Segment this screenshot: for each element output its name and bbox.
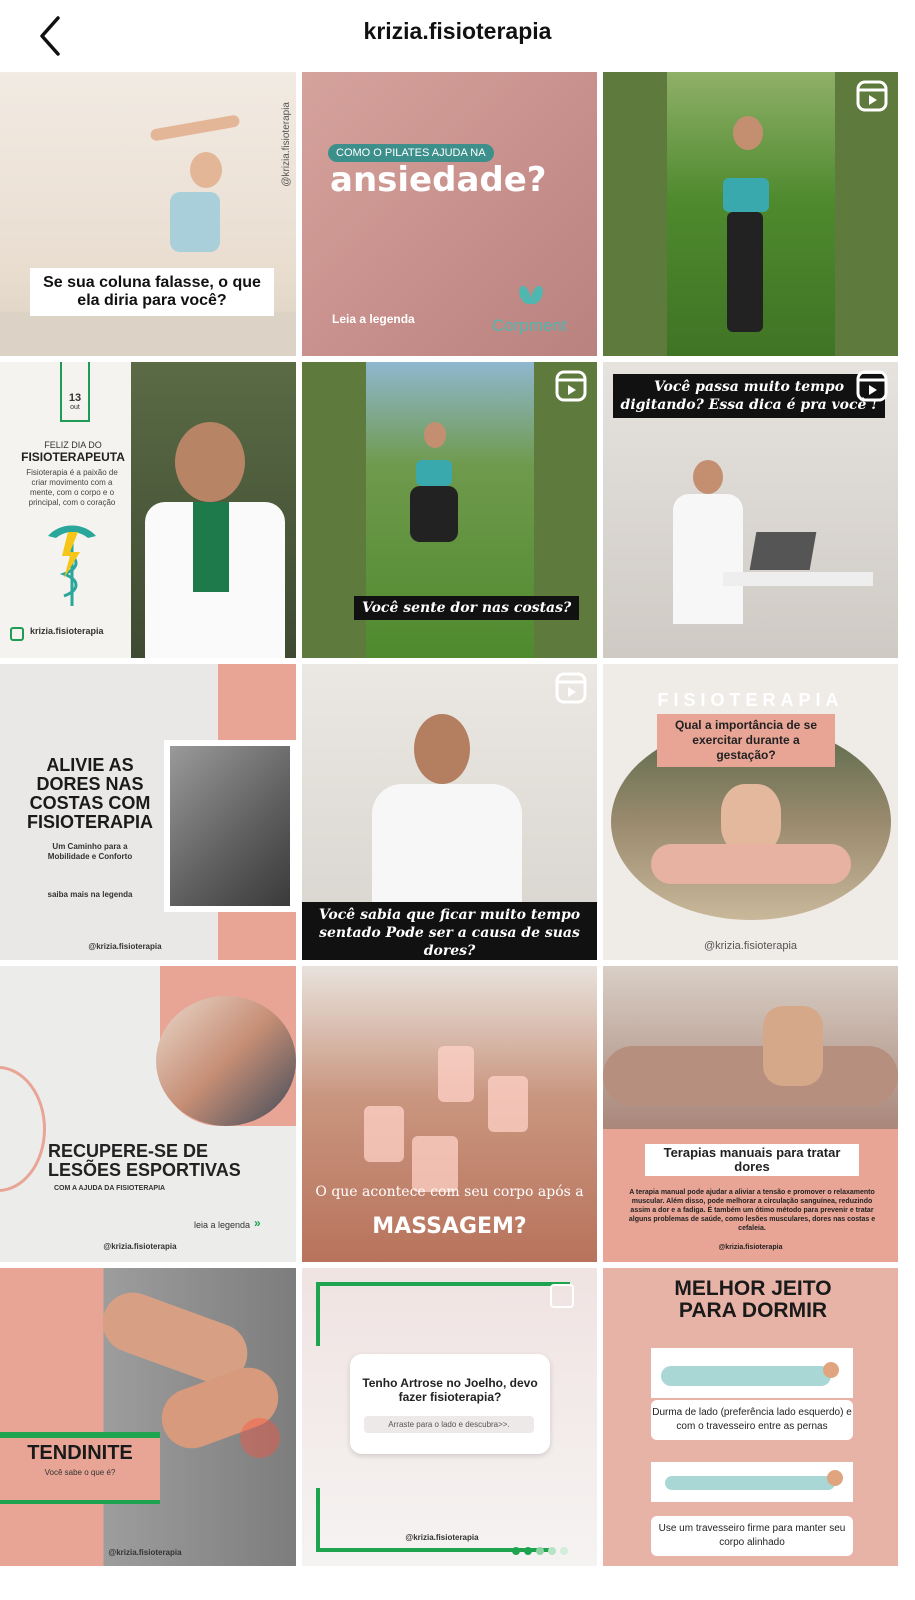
post-tile[interactable]: O que acontece com seu corpo após a MASS… <box>302 966 597 1262</box>
post-tile[interactable]: 13 out FELIZ DIA DO FISIOTERAPEUTA Fisio… <box>0 362 296 658</box>
reel-icon <box>555 672 587 704</box>
sleep-illustration <box>651 1348 853 1398</box>
post-question: Tenho Artrose no Joelho, devo fazer fisi… <box>362 1376 538 1404</box>
read-more-text: saiba mais na legenda <box>47 890 133 899</box>
post-body: A terapia manual pode ajudar a aliviar a… <box>628 1189 876 1232</box>
handle-text: @krizia.fisioterapia <box>718 1244 783 1251</box>
post-subtitle: Um Caminho para a Mobilidade e Conforto <box>47 842 133 861</box>
handle-text: @krizia.fisioterapia <box>108 1548 182 1557</box>
date-badge: 13 out <box>60 362 90 422</box>
post-tile[interactable]: Se sua coluna falasse, o que ela diria p… <box>0 72 296 356</box>
post-caption: O que acontece com seu corpo após a <box>315 1184 584 1200</box>
question-card <box>350 1354 550 1454</box>
reel-icon <box>856 370 888 402</box>
post-headline: ALIVIE AS DORES NAS COSTAS COM FISIOTERA… <box>26 755 153 832</box>
top-bar: krizia.fisioterapia <box>0 0 915 72</box>
profile-username-title: krizia.fisioterapia <box>363 18 552 44</box>
post-tile[interactable]: Tenho Artrose no Joelho, devo fazer fisi… <box>302 1268 597 1566</box>
post-image <box>164 740 296 912</box>
post-tile[interactable]: TENDINITE Você sabe o que é? @krizia.fis… <box>0 1268 296 1566</box>
post-subtitle: Você sabe o que é? <box>44 1468 116 1477</box>
tip-text: Durma de lado (preferência lado esquerdo… <box>651 1400 853 1440</box>
swipe-button: Arraste para o lado e descubra>>. <box>364 1416 534 1433</box>
post-headline: RECUPERE-SE DE LESÕES ESPORTIVAS <box>48 1141 241 1180</box>
chevrons-down-icon: » <box>254 1216 261 1230</box>
read-more-text: leia a legenda <box>194 1220 251 1230</box>
post-footer: Leia a legenda <box>332 312 415 326</box>
post-tile[interactable]: Você sabia que ficar muito tempo sentado… <box>302 664 597 960</box>
post-headline: TENDINITE <box>27 1442 133 1464</box>
person-photo <box>131 362 296 658</box>
instagram-icon <box>10 627 24 641</box>
post-tile[interactable]: Terapias manuais para tratar dores A ter… <box>603 966 898 1262</box>
handle-text: @krizia.fisioterapia <box>103 1242 177 1251</box>
post-image <box>603 1006 898 1136</box>
tip-text: Use um travesseiro firme para manter seu… <box>651 1516 853 1556</box>
post-tile[interactable]: ALIVIE AS DORES NAS COSTAS COM FISIOTERA… <box>0 664 296 960</box>
post-tile[interactable]: COMO O PILATES AJUDA NA ansiedade? Leia … <box>302 72 597 356</box>
post-tile[interactable]: Você sente dor nas costas? <box>302 362 597 658</box>
post-headline: FISIOTERAPIA <box>657 690 844 710</box>
post-caption: Você sabia que ficar muito tempo sentado… <box>302 902 597 960</box>
handle-text: @krizia.fisioterapia <box>88 942 162 951</box>
post-subtitle: COM A AJUDA DA FISIOTERAPIA <box>54 1185 166 1192</box>
caduceus-icon <box>48 525 96 606</box>
post-caption: Você passa muito tempo digitando? Essa d… <box>613 374 885 418</box>
post-tile[interactable]: FISIOTERAPIA Qual a importância de se ex… <box>603 664 898 960</box>
post-title: Terapias manuais para tratar dores <box>645 1144 859 1176</box>
copy-icon <box>550 1284 574 1308</box>
post-subtitle: FELIZ DIA DO <box>44 440 102 450</box>
post-image <box>156 996 296 1126</box>
sleep-illustration <box>651 1462 853 1502</box>
handle-text: @krizia.fisioterapia <box>405 1533 479 1542</box>
handle-text: @krizia.fisioterapia <box>703 940 798 952</box>
post-caption: Se sua coluna falasse, o que ela diria p… <box>30 268 274 316</box>
brand-label: Corpment <box>492 316 567 335</box>
carousel-dots <box>512 1542 568 1560</box>
handle-text: @krizia.fisioterapia <box>281 102 292 187</box>
post-tile[interactable] <box>603 72 898 356</box>
post-body: Fisioterapia é a paixão de criar movimen… <box>26 468 118 507</box>
post-tile[interactable]: Você passa muito tempo digitando? Essa d… <box>603 362 898 658</box>
butterfly-logo-icon <box>516 284 546 310</box>
post-tile[interactable]: MELHOR JEITO PARA DORMIR Durma de lado (… <box>603 1268 898 1566</box>
post-caption-big: MASSAGEM? <box>372 1214 527 1239</box>
post-caption: Você sente dor nas costas? <box>354 596 580 620</box>
handle-text: krizia.fisioterapia <box>30 626 104 636</box>
post-headline: ansiedade? <box>330 160 547 200</box>
post-headline: FISIOTERAPEUTA <box>21 450 125 464</box>
reel-icon <box>856 80 888 112</box>
video-frame <box>667 72 835 356</box>
post-tile[interactable]: RECUPERE-SE DE LESÕES ESPORTIVAS COM A A… <box>0 966 296 1262</box>
post-question: Qual a importância de se exercitar duran… <box>657 714 835 767</box>
reel-icon <box>555 370 587 402</box>
frame-corner <box>316 1282 570 1346</box>
post-headline: MELHOR JEITO PARA DORMIR <box>674 1277 832 1322</box>
